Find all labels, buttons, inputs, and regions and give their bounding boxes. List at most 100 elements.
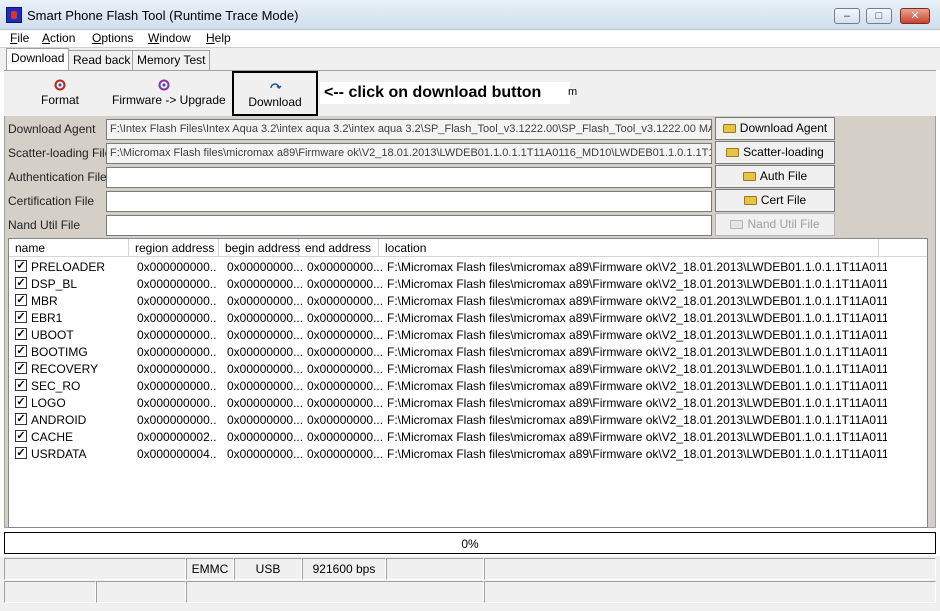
minimize-button[interactable]: ‒ (834, 8, 860, 24)
cell-begin-address: 0x00000000... (227, 413, 304, 427)
status-cell-empty (484, 581, 936, 603)
stray-label: m (568, 86, 578, 98)
scatter-loading-row: Scatter-loading File F:\Micromax Flash f… (4, 141, 936, 165)
authentication-label: Authentication File (8, 170, 107, 184)
table-row[interactable]: ✓ BOOTIMG 0x000000000... 0x00000000... 0x000… (9, 343, 927, 360)
checkbox-icon[interactable]: ✓ (15, 311, 27, 323)
cell-location: F:\Micromax Flash files\micromax a89\Fir… (387, 328, 887, 342)
menu-action[interactable]: Action (42, 31, 75, 45)
checkbox-icon[interactable]: ✓ (15, 396, 27, 408)
nand-util-field[interactable] (106, 215, 712, 236)
column-region-address[interactable]: region address (129, 239, 219, 257)
checkbox-icon[interactable]: ✓ (15, 379, 27, 391)
nand-util-button[interactable]: Nand Util File (715, 213, 835, 236)
cell-name: MBR (31, 294, 58, 308)
cell-location: F:\Micromax Flash files\micromax a89\Fir… (387, 396, 887, 410)
maximize-button[interactable]: □ (866, 8, 892, 24)
cell-region-address: 0x000000000... (137, 413, 217, 427)
status-storage: EMMC (186, 558, 234, 580)
cell-location: F:\Micromax Flash files\micromax a89\Fir… (387, 311, 887, 325)
checkbox-icon[interactable]: ✓ (15, 430, 27, 442)
table-row[interactable]: ✓ LOGO 0x000000000... 0x00000000... 0x000000… (9, 394, 927, 411)
cell-begin-address: 0x00000000... (227, 311, 304, 325)
table-row[interactable]: ✓ UBOOT 0x000000000... 0x00000000... 0x00000… (9, 326, 927, 343)
column-location[interactable]: location (379, 239, 879, 257)
certification-label: Certification File (8, 194, 95, 208)
app-icon (6, 7, 22, 23)
cell-begin-address: 0x00000000... (227, 430, 304, 444)
cell-region-address: 0x000000000... (137, 362, 217, 376)
tab-read-back[interactable]: Read back (68, 50, 136, 70)
menu-window[interactable]: Window (148, 31, 191, 45)
scatter-loading-field[interactable]: F:\Micromax Flash files\micromax a89\Fir… (106, 143, 712, 164)
menu-help[interactable]: Help (206, 31, 231, 45)
checkbox-icon[interactable]: ✓ (15, 413, 27, 425)
cell-location: F:\Micromax Flash files\micromax a89\Fir… (387, 413, 887, 427)
certification-field[interactable] (106, 191, 712, 212)
cell-end-address: 0x00000000... (307, 277, 384, 291)
cell-name: BOOTIMG (31, 345, 88, 359)
format-button[interactable]: Format (34, 71, 86, 116)
nand-util-label: Nand Util File (8, 218, 81, 232)
menu-options[interactable]: Options (92, 31, 133, 45)
cell-name: DSP_BL (31, 277, 78, 291)
checkbox-icon[interactable]: ✓ (15, 277, 27, 289)
authentication-field[interactable] (106, 167, 712, 188)
checkbox-icon[interactable]: ✓ (15, 447, 27, 459)
cell-name: SEC_RO (31, 379, 81, 393)
column-name[interactable]: name (9, 239, 129, 257)
tab-download[interactable]: Download (6, 48, 70, 70)
cell-location: F:\Micromax Flash files\micromax a89\Fir… (387, 362, 887, 376)
cell-end-address: 0x00000000... (307, 345, 384, 359)
scatter-loading-button[interactable]: Scatter-loading (715, 141, 835, 164)
menu-bar: File Action Options Window Help (0, 30, 940, 48)
menu-file[interactable]: File (10, 31, 29, 45)
annotation-text: <-- click on download button (320, 82, 570, 104)
cell-end-address: 0x00000000... (307, 379, 384, 393)
cell-location: F:\Micromax Flash files\micromax a89\Fir… (387, 277, 887, 291)
cell-location: F:\Micromax Flash files\micromax a89\Fir… (387, 260, 887, 274)
cell-begin-address: 0x00000000... (227, 260, 304, 274)
authentication-row: Authentication File Auth File (4, 165, 936, 189)
progress-bar: 0% (4, 532, 936, 554)
firmware-upgrade-button[interactable]: Firmware -> Upgrade (112, 71, 226, 116)
title-bar: Smart Phone Flash Tool (Runtime Trace Mo… (0, 0, 940, 30)
status-cell-empty (96, 581, 186, 603)
close-button[interactable]: ✕ (900, 8, 930, 24)
auth-file-button[interactable]: Auth File (715, 165, 835, 188)
download-agent-button[interactable]: Download Agent (715, 117, 835, 140)
table-row[interactable]: ✓ RECOVERY 0x000000000... 0x00000000... 0x00… (9, 360, 927, 377)
window-title: Smart Phone Flash Tool (Runtime Trace Mo… (27, 8, 299, 23)
table-row[interactable]: ✓ PRELOADER 0x000000000... 0x00000000... 0x0… (9, 258, 927, 275)
partition-list[interactable]: name region address begin address end ad… (8, 238, 928, 528)
cell-region-address: 0x000000000... (137, 294, 217, 308)
cell-begin-address: 0x00000000... (227, 328, 304, 342)
table-row[interactable]: ✓ SEC_RO 0x000000000... 0x00000000... 0x0000… (9, 377, 927, 394)
cell-region-address: 0x000000000... (137, 277, 217, 291)
checkbox-icon[interactable]: ✓ (15, 294, 27, 306)
checkbox-icon[interactable]: ✓ (15, 328, 27, 340)
checkbox-icon[interactable]: ✓ (15, 260, 27, 272)
cert-file-button[interactable]: Cert File (715, 189, 835, 212)
cell-name: ANDROID (31, 413, 87, 427)
cell-end-address: 0x00000000... (307, 294, 384, 308)
status-cell-empty (186, 581, 484, 603)
download-button[interactable]: Download (232, 71, 318, 116)
checkbox-icon[interactable]: ✓ (15, 345, 27, 357)
cell-end-address: 0x00000000... (307, 260, 384, 274)
column-begin-address[interactable]: begin address (219, 239, 300, 257)
table-row[interactable]: ✓ MBR 0x000000000... 0x00000000... 0x0000000… (9, 292, 927, 309)
cell-begin-address: 0x00000000... (227, 447, 304, 461)
checkbox-icon[interactable]: ✓ (15, 362, 27, 374)
table-row[interactable]: ✓ ANDROID 0x000000000... 0x00000000... 0x000… (9, 411, 927, 428)
tab-memory-test[interactable]: Memory Test (132, 50, 211, 70)
table-row[interactable]: ✓ DSP_BL 0x000000000... 0x00000000... 0x0000… (9, 275, 927, 292)
download-agent-field[interactable]: F:\Intex Flash Files\Intex Aqua 3.2\inte… (106, 119, 712, 140)
table-row[interactable]: ✓ EBR1 0x000000000... 0x00000000... 0x000000… (9, 309, 927, 326)
column-end-address[interactable]: end address (299, 239, 379, 257)
certification-row: Certification File Cert File (4, 189, 936, 213)
table-row[interactable]: ✓ CACHE 0x000000002... 0x00000000... 0x00000… (9, 428, 927, 445)
table-row[interactable]: ✓ USRDATA 0x000000004... 0x00000000... 0x000… (9, 445, 927, 462)
cell-end-address: 0x00000000... (307, 362, 384, 376)
cell-name: PRELOADER (31, 260, 106, 274)
